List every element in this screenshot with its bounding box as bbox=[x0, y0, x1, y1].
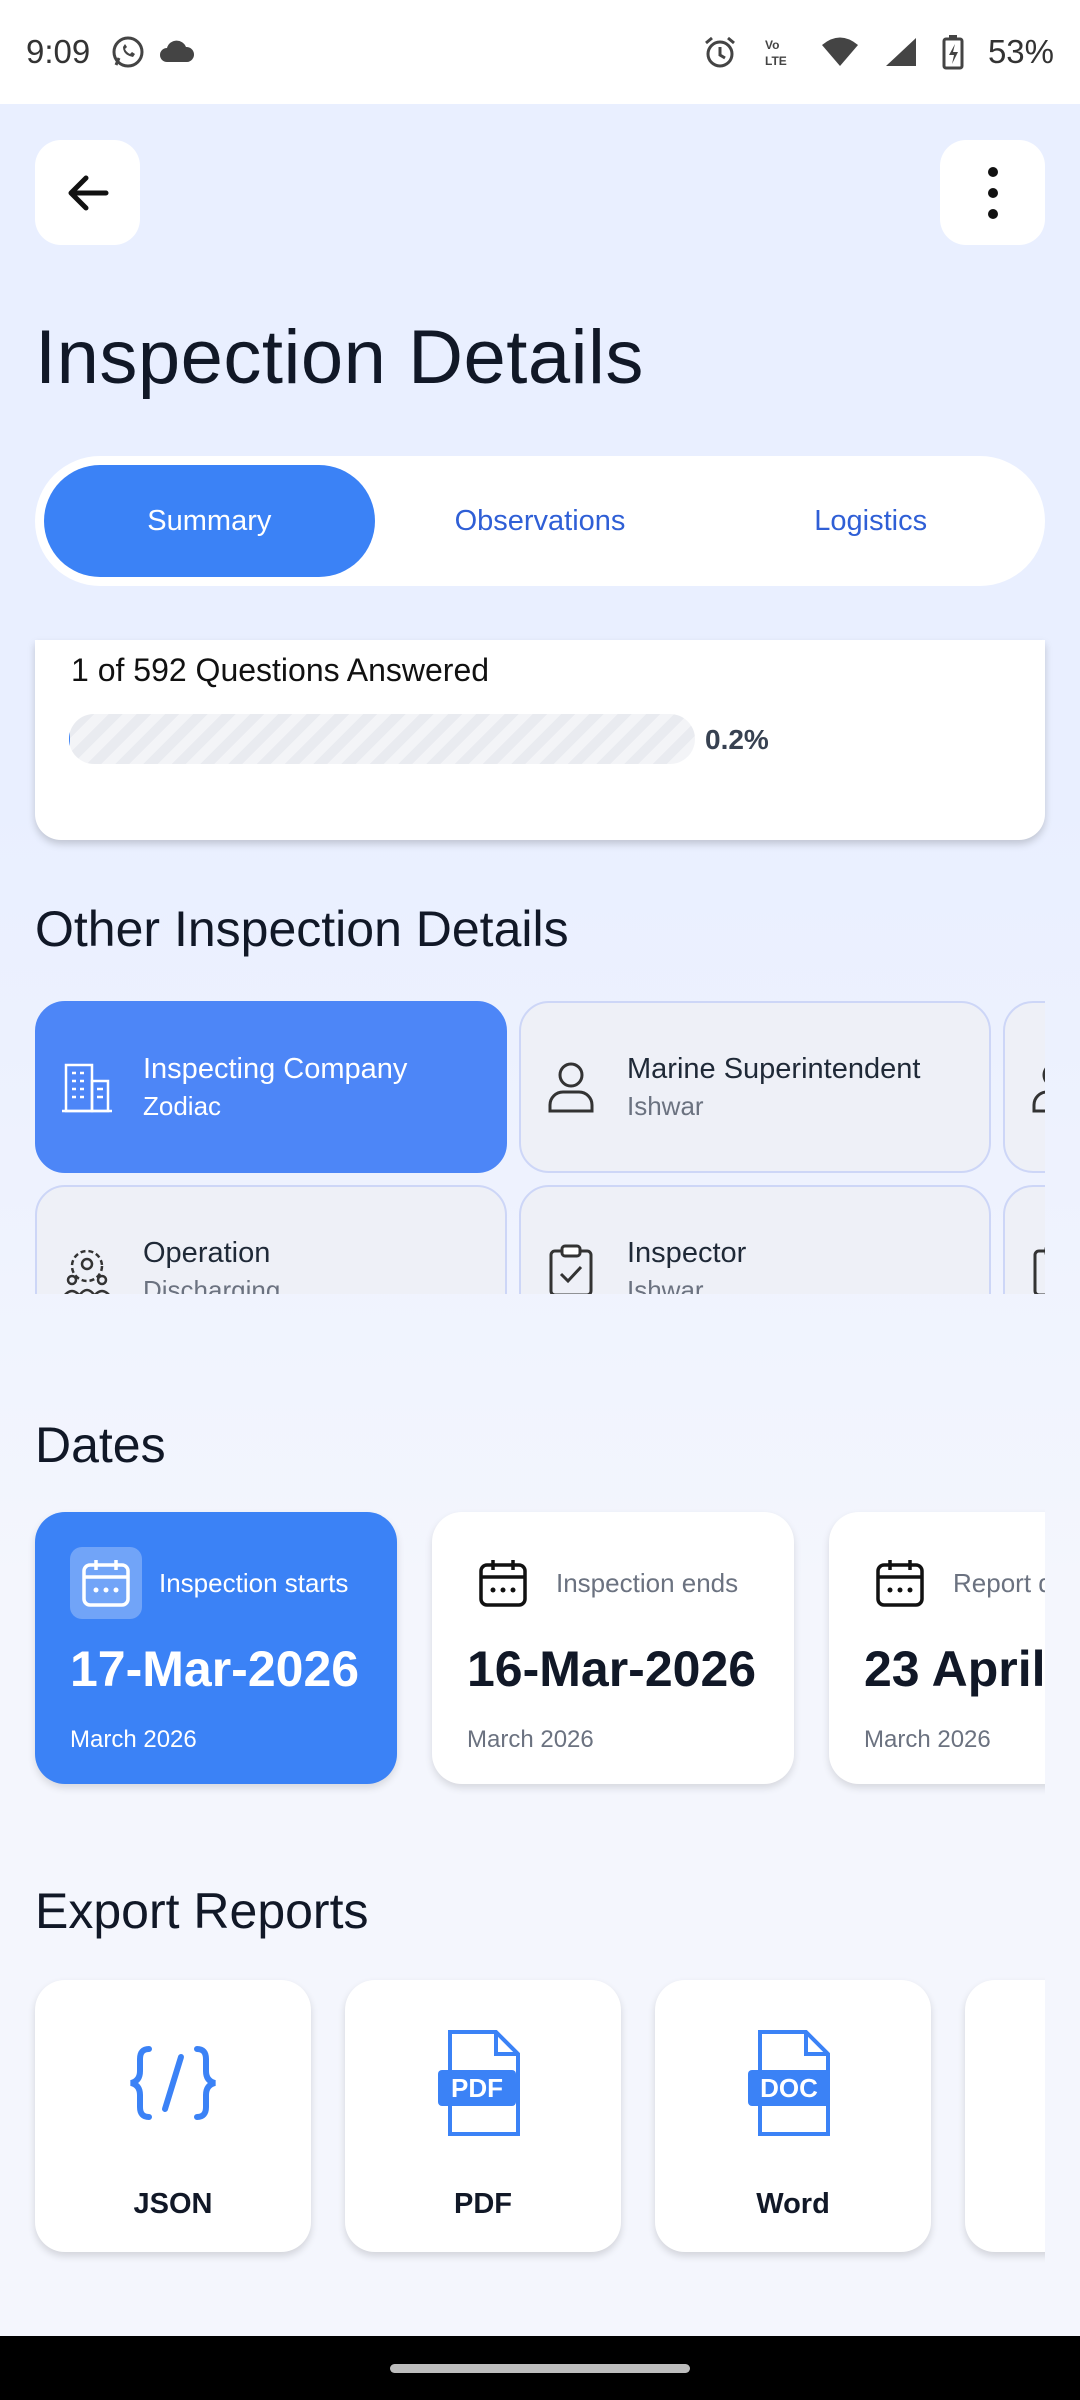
tab-logistics[interactable]: Logistics bbox=[705, 465, 1036, 577]
pdf-file-icon: PDF bbox=[433, 2028, 533, 2138]
status-time: 9:09 bbox=[26, 33, 91, 70]
detail-value: Discharging bbox=[143, 1275, 281, 1294]
doc-badge-text: DOC bbox=[760, 2073, 818, 2103]
person-icon bbox=[543, 1059, 599, 1115]
detail-value: Zodiac bbox=[143, 1091, 222, 1121]
wifi-icon bbox=[820, 36, 860, 68]
home-handle[interactable] bbox=[390, 2364, 690, 2373]
tab-bar: Summary Observations Logistics bbox=[35, 456, 1045, 586]
date-value: 16-Mar-2026 bbox=[467, 1641, 757, 1697]
cloud-icon bbox=[158, 38, 196, 66]
detail-card-marine-superintendent[interactable]: Marine Superintendent Ishwar bbox=[519, 1001, 991, 1173]
clipboard-check-icon bbox=[543, 1243, 599, 1294]
alarm-icon bbox=[702, 34, 738, 70]
date-label: Inspection starts bbox=[159, 1568, 349, 1598]
code-braces-icon bbox=[123, 2028, 223, 2138]
export-pdf-button[interactable]: PDF PDF bbox=[345, 1980, 621, 2252]
tab-summary[interactable]: Summary bbox=[44, 465, 375, 577]
export-word-button[interactable]: DOC Word bbox=[655, 1980, 931, 2252]
progress-bar bbox=[69, 714, 695, 764]
main-area: Inspection Details Summary Observations … bbox=[0, 104, 1080, 2336]
detail-card-partial[interactable] bbox=[1003, 1001, 1045, 1173]
team-gear-icon bbox=[59, 1243, 115, 1294]
calendar-icon bbox=[70, 1547, 142, 1619]
arrow-left-icon bbox=[68, 175, 108, 210]
date-value: 17-Mar-2026 bbox=[70, 1641, 360, 1697]
progress-percent: 0.2% bbox=[705, 724, 769, 755]
export-label: PDF bbox=[454, 2188, 512, 2220]
svg-text:Vo: Vo bbox=[765, 38, 779, 52]
progress-card: 1 of 592 Questions Answered 0.2% bbox=[35, 640, 1045, 840]
building-icon bbox=[59, 1059, 115, 1115]
detail-label: Marine Superintendent bbox=[627, 1053, 921, 1085]
dates-row: Inspection starts 17-Mar-2026 March 2026… bbox=[0, 1502, 1045, 1802]
svg-text:LTE: LTE bbox=[765, 54, 787, 68]
date-value: 23 April bbox=[864, 1641, 1045, 1697]
detail-value: Ishwar bbox=[627, 1275, 704, 1294]
date-card-inspection-starts[interactable]: Inspection starts 17-Mar-2026 March 2026 bbox=[35, 1512, 397, 1784]
export-row: JSON PDF PDF DOC Word bbox=[0, 1970, 1045, 2270]
status-bar: 9:09 Vo LTE 53% bbox=[0, 0, 1080, 104]
battery-level: 53% bbox=[987, 33, 1054, 70]
whatsapp-icon bbox=[110, 34, 146, 70]
detail-card-inspecting-company[interactable]: Inspecting Company Zodiac bbox=[35, 1001, 507, 1173]
export-json-button[interactable]: JSON bbox=[35, 1980, 311, 2252]
date-sub: March 2026 bbox=[467, 1726, 594, 1753]
date-card-inspection-ends[interactable]: Inspection ends 16-Mar-2026 March 2026 bbox=[432, 1512, 794, 1784]
pdf-badge-text: PDF bbox=[451, 2073, 503, 2103]
detail-card-inspector[interactable]: Inspector Ishwar bbox=[519, 1185, 991, 1294]
system-nav-bar bbox=[0, 2336, 1080, 2400]
battery-icon bbox=[942, 34, 964, 70]
tab-observations[interactable]: Observations bbox=[375, 465, 706, 577]
calendar-icon bbox=[864, 1547, 936, 1619]
detail-label: Inspector bbox=[627, 1237, 747, 1269]
signal-icon bbox=[884, 36, 918, 68]
export-label: JSON bbox=[133, 2188, 213, 2220]
clipboard-check-icon bbox=[1027, 1243, 1045, 1294]
date-card-report-date[interactable]: Report d 23 April March 2026 bbox=[829, 1512, 1045, 1784]
doc-file-icon: DOC bbox=[743, 2028, 843, 2138]
detail-card-operation[interactable]: Operation Discharging bbox=[35, 1185, 507, 1294]
detail-label: Operation bbox=[143, 1237, 271, 1269]
date-label: Report d bbox=[953, 1568, 1045, 1598]
page-title: Inspection Details bbox=[35, 315, 644, 400]
more-vertical-icon bbox=[987, 166, 998, 219]
questions-answered-text: 1 of 592 Questions Answered bbox=[71, 652, 490, 688]
person-icon bbox=[1027, 1059, 1045, 1115]
date-sub: March 2026 bbox=[70, 1726, 197, 1753]
export-label: Word bbox=[756, 2188, 830, 2220]
date-sub: March 2026 bbox=[864, 1726, 991, 1753]
dates-title: Dates bbox=[35, 1417, 166, 1473]
detail-value: Ishwar bbox=[627, 1091, 704, 1121]
export-partial-button[interactable] bbox=[965, 1980, 1045, 2252]
detail-label: Inspecting Company bbox=[143, 1053, 408, 1085]
more-options-button[interactable] bbox=[940, 140, 1045, 245]
export-title: Export Reports bbox=[35, 1883, 369, 1939]
calendar-icon bbox=[467, 1547, 539, 1619]
date-label: Inspection ends bbox=[556, 1568, 739, 1598]
other-details-title: Other Inspection Details bbox=[35, 901, 569, 957]
other-details-grid: Inspecting Company Zodiac Marine Superin… bbox=[0, 994, 1045, 1294]
back-button[interactable] bbox=[35, 140, 140, 245]
volte-icon: Vo LTE bbox=[762, 35, 796, 69]
progress-bar-fill bbox=[69, 714, 71, 764]
detail-card-partial[interactable] bbox=[1003, 1185, 1045, 1294]
